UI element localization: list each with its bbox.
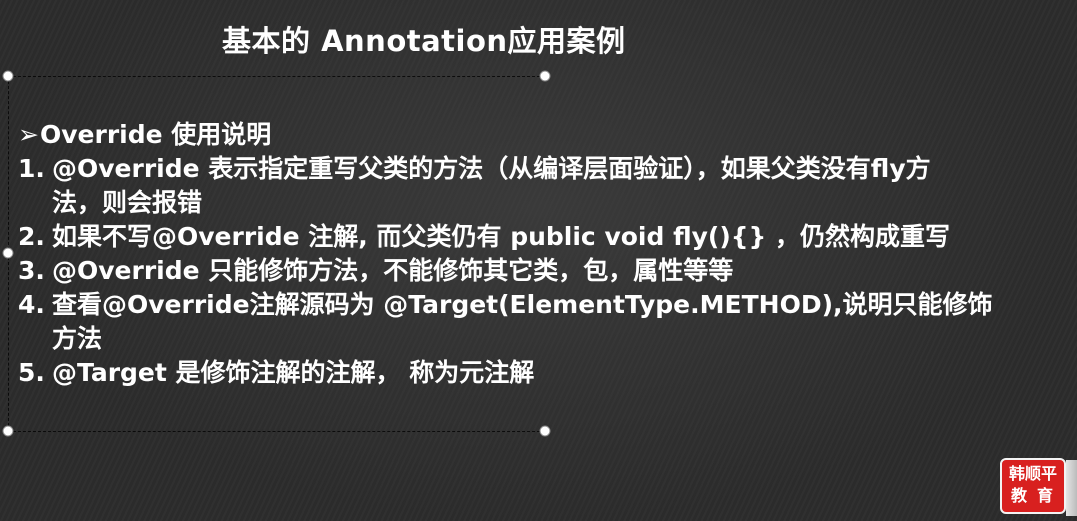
- list-number: 5.: [18, 358, 45, 387]
- selection-frame-top: [8, 76, 545, 77]
- resize-handle-middle-left[interactable]: [2, 247, 14, 259]
- list-item-text: 方法: [52, 324, 103, 353]
- list-item-text: 如果不写@Override 注解, 而父类仍有 public void fly(…: [52, 222, 951, 251]
- brand-logo: 韩顺平 教育: [1000, 458, 1066, 514]
- list-item-text: 法，则会报错: [52, 188, 203, 217]
- list-item-5: 5. @Target 是修饰注解的注解， 称为元注解: [18, 356, 1063, 390]
- slide-canvas: 基本的 Annotation应用案例 ➢Override 使用说明 1. @Ov…: [0, 0, 1077, 521]
- arrowhead-bullet-icon: ➢: [18, 120, 39, 149]
- section-heading: ➢Override 使用说明: [18, 118, 1063, 152]
- list-item-4: 4. 查看@Override注解源码为 @Target(ElementType.…: [18, 288, 1063, 356]
- list-item-text: 查看@Override注解源码为 @Target(ElementType.MET…: [52, 290, 993, 319]
- list-number: 4.: [18, 290, 45, 319]
- resize-handle-bottom-middle[interactable]: [539, 425, 551, 437]
- list-number: 2.: [18, 222, 45, 251]
- list-item-text: @Override 只能修饰方法，不能修饰其它类，包，属性等等: [52, 256, 734, 285]
- resize-handle-bottom-left[interactable]: [2, 425, 14, 437]
- slide-text-box[interactable]: ➢Override 使用说明 1. @Override 表示指定重写父类的方法（…: [18, 118, 1063, 390]
- list-item-text: @Override 表示指定重写父类的方法（从编译层面验证），如果父类没有fly…: [52, 154, 931, 183]
- list-number: 3.: [18, 256, 45, 285]
- list-number: 1.: [18, 154, 45, 183]
- logo-line-1: 韩顺平: [1008, 464, 1057, 483]
- list-item-text: @Target 是修饰注解的注解， 称为元注解: [52, 358, 535, 387]
- resize-handle-top-left[interactable]: [2, 70, 14, 82]
- selection-frame-bottom: [8, 431, 545, 432]
- resize-handle-top-middle[interactable]: [539, 70, 551, 82]
- section-heading-text: Override 使用说明: [40, 120, 272, 149]
- list-item-3: 3. @Override 只能修饰方法，不能修饰其它类，包，属性等等: [18, 254, 1063, 288]
- list-item-2: 2. 如果不写@Override 注解, 而父类仍有 public void f…: [18, 220, 1063, 254]
- logo-page-curl: [1066, 460, 1077, 516]
- list-item-1: 1. @Override 表示指定重写父类的方法（从编译层面验证），如果父类没有…: [18, 152, 1063, 220]
- logo-line-2: 教育: [1010, 486, 1063, 505]
- slide-title: 基本的 Annotation应用案例: [222, 24, 626, 58]
